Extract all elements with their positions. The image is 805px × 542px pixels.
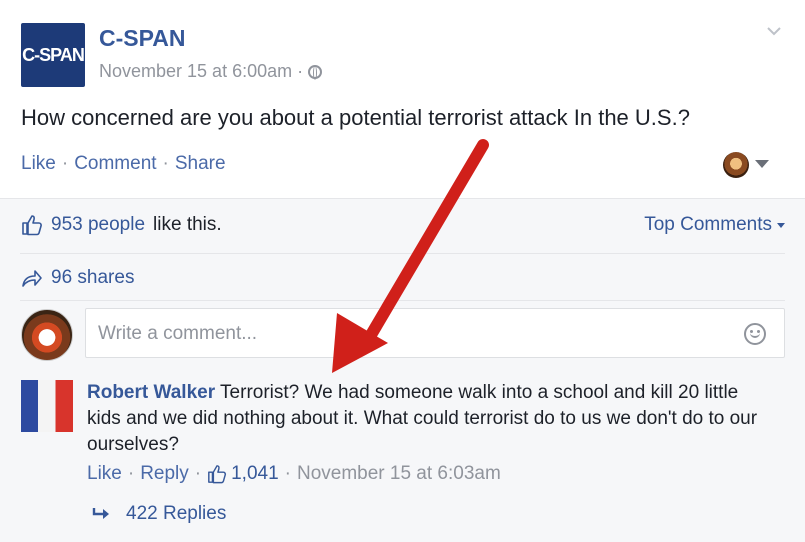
commenter-avatar[interactable] <box>21 380 73 432</box>
meta-separator: · <box>284 463 291 484</box>
comment-input[interactable] <box>96 319 720 349</box>
post-text: How concerned are you about a potential … <box>21 105 690 130</box>
view-replies-link[interactable]: 422 Replies <box>92 503 226 525</box>
shares-count: 96 shares <box>51 267 135 288</box>
likes-suffix: like this. <box>153 214 222 235</box>
reply-arrow-icon <box>92 508 109 519</box>
comment-box <box>85 308 785 358</box>
post-card: C-SPAN C-SPAN November 15 at 6:00am · Ho… <box>0 0 805 199</box>
shares-summary[interactable]: 96 shares <box>21 267 134 289</box>
comment-meta: Like · Reply · 1,041 · November 15 at 6:… <box>87 463 501 485</box>
replies-count: 422 Replies <box>126 503 227 524</box>
top-comments-dropdown[interactable]: Top Comments <box>644 214 785 236</box>
divider <box>20 253 785 254</box>
meta-separator: · <box>127 463 135 484</box>
action-separator: · <box>61 153 69 174</box>
meta-separator: · <box>194 463 202 484</box>
comment-likes[interactable]: 1,041 <box>207 463 279 485</box>
share-button[interactable]: Share <box>175 153 226 175</box>
thumbs-up-icon <box>208 465 227 484</box>
page-logo[interactable]: C-SPAN <box>21 23 85 87</box>
like-button[interactable]: Like <box>21 153 56 175</box>
smiley-icon[interactable] <box>744 323 766 345</box>
chevron-down-icon[interactable] <box>767 24 781 38</box>
globe-icon <box>308 64 323 80</box>
post-actions: Like · Comment · Share <box>21 153 226 175</box>
logo-text: C-SPAN <box>22 44 85 65</box>
divider <box>20 300 785 301</box>
comment-body: Robert Walker Terrorist? We had someone … <box>87 380 777 458</box>
post-timestamp-row: November 15 at 6:00am · <box>99 61 323 82</box>
comment-button[interactable]: Comment <box>74 153 156 175</box>
chevron-down-icon <box>777 222 785 228</box>
viewer-avatar-small[interactable] <box>723 152 749 178</box>
comment-author-link[interactable]: Robert Walker <box>87 382 215 403</box>
top-comments-label: Top Comments <box>644 214 772 235</box>
thumbs-up-icon <box>22 215 42 236</box>
page-name-link[interactable]: C-SPAN <box>99 25 185 52</box>
comment-timestamp[interactable]: November 15 at 6:03am <box>297 463 501 485</box>
action-separator: · <box>162 153 169 174</box>
likes-count-link[interactable]: 953 people <box>51 214 145 236</box>
comment-like-button[interactable]: Like <box>87 463 122 485</box>
post-timestamp[interactable]: November 15 at 6:00am <box>99 61 292 82</box>
comment-reply-button[interactable]: Reply <box>140 463 189 485</box>
time-separator: · <box>297 61 304 81</box>
comment-likes-count: 1,041 <box>231 463 279 484</box>
avatar[interactable] <box>21 309 73 361</box>
likes-summary: 953 people like this. <box>21 214 222 236</box>
share-arrow-icon <box>22 270 42 287</box>
caret-down-icon[interactable] <box>755 160 769 168</box>
